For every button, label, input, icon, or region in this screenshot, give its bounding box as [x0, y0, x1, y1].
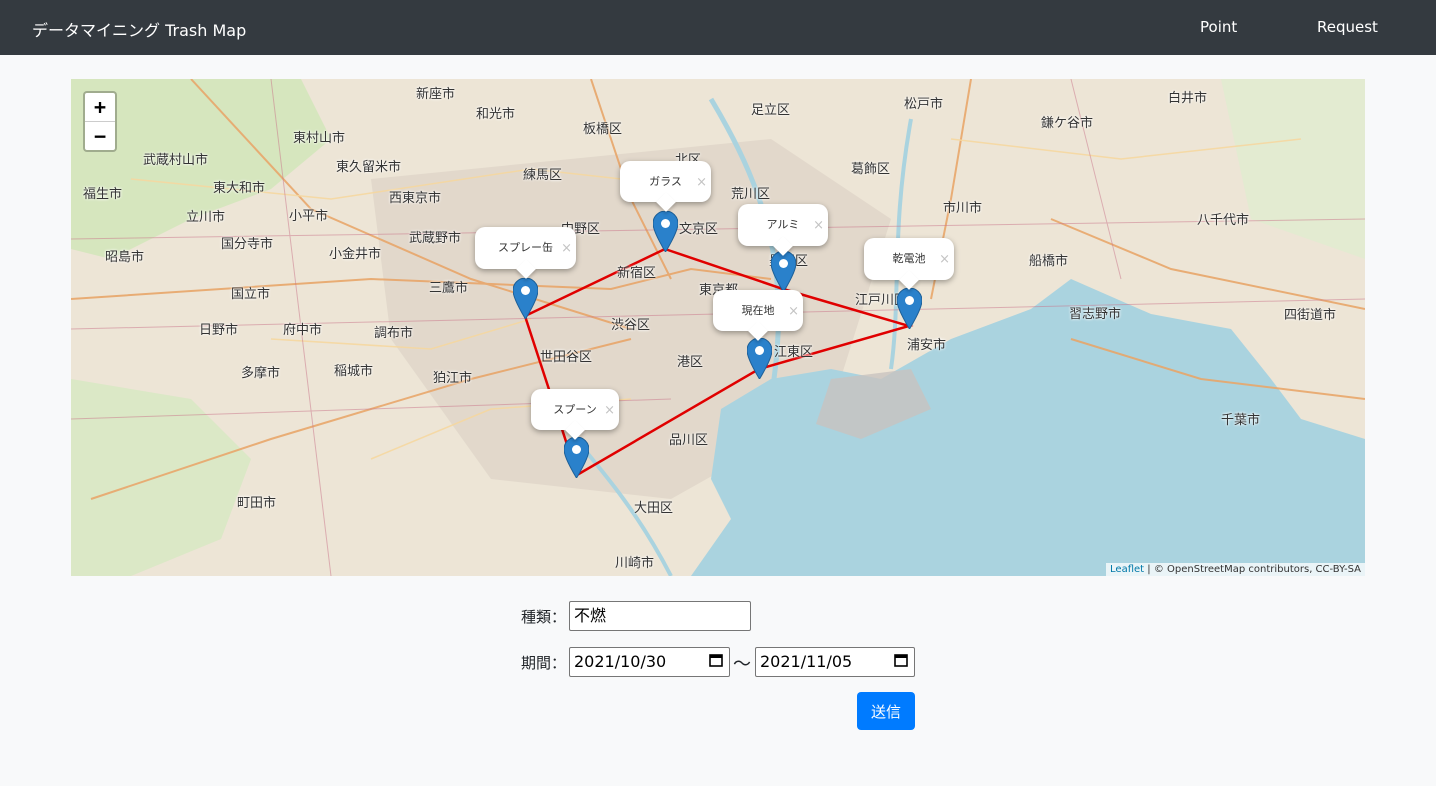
marker-popup: 乾電池 × [864, 238, 954, 290]
map-marker-icon[interactable] [771, 251, 796, 292]
type-input[interactable]: 不燃 [569, 601, 751, 631]
map-marker-icon[interactable] [747, 338, 772, 379]
place-name: 足立区 [751, 103, 791, 118]
map-marker-icon[interactable] [564, 437, 589, 478]
place-name: 福生市 [83, 187, 123, 202]
place-name: 港区 [677, 355, 704, 370]
place-name: 立川市 [186, 210, 226, 225]
zoom-in-button[interactable]: + [85, 93, 115, 121]
calendar-icon[interactable] [709, 653, 723, 667]
place-name: 国分寺市 [221, 237, 274, 252]
place-name: 大田区 [634, 501, 674, 516]
map[interactable]: 新座市 和光市 板橋区 足立区 松戸市 白井市 鎌ケ谷市 東村山市 武蔵村山市 … [71, 79, 1365, 576]
marker-popup: ガラス × [620, 161, 711, 212]
place-name: 四街道市 [1284, 308, 1337, 323]
place-name: 西東京市 [389, 191, 442, 206]
place-name: 町田市 [237, 496, 277, 511]
place-name: 白井市 [1168, 91, 1208, 106]
close-icon[interactable]: × [939, 239, 950, 281]
place-name: 八千代市 [1197, 213, 1250, 228]
period-label: 期間： [521, 654, 567, 672]
navbar: データマイニング Trash Map Point Request [0, 0, 1436, 55]
place-name: 武蔵野市 [409, 231, 462, 246]
marker-popup: スプレー缶 × [475, 227, 576, 279]
nav-link-point[interactable]: Point [1200, 18, 1237, 36]
zoom-out-button[interactable]: − [85, 121, 115, 150]
date-to-value: 2021/11/05 [760, 652, 853, 671]
place-name: 国立市 [231, 287, 271, 302]
place-name: 江東区 [774, 345, 814, 360]
place-name: 練馬区 [523, 168, 563, 183]
marker-popup: スプーン × [531, 389, 619, 440]
place-name: 三鷹市 [429, 281, 469, 296]
close-icon[interactable]: × [813, 205, 824, 247]
place-name: 品川区 [669, 433, 709, 448]
place-name: 板橋区 [583, 122, 623, 137]
place-name: 調布市 [374, 326, 414, 341]
place-name: 渋谷区 [611, 318, 651, 333]
place-name: 川崎市 [615, 556, 655, 571]
date-from-input[interactable]: 2021/10/30 [569, 647, 730, 677]
place-name: 新宿区 [617, 266, 657, 281]
place-name: 武蔵村山市 [143, 153, 209, 168]
place-name: 東久留米市 [336, 160, 402, 175]
place-name: 新座市 [416, 87, 456, 102]
place-name: 文京区 [679, 222, 719, 237]
place-name: 千葉市 [1221, 413, 1261, 428]
place-name: 松戸市 [904, 97, 944, 112]
calendar-icon[interactable] [894, 653, 908, 667]
map-marker-icon[interactable] [897, 288, 922, 329]
place-name: 昭島市 [105, 250, 145, 265]
zoom-control: + − [83, 91, 117, 152]
marker-popup: アルミ × [738, 204, 828, 256]
submit-button[interactable]: 送信 [857, 692, 915, 730]
map-attribution: Leaflet | © OpenStreetMap contributors, … [1106, 563, 1365, 576]
place-name: 日野市 [199, 323, 239, 338]
date-to-input[interactable]: 2021/11/05 [755, 647, 915, 677]
place-name: 稲城市 [334, 364, 374, 379]
date-separator: 〜 [733, 654, 751, 675]
place-name: 府中市 [283, 323, 323, 338]
place-name: 多摩市 [241, 366, 281, 381]
close-icon[interactable]: × [788, 291, 799, 332]
attribution-text: | © OpenStreetMap contributors, CC-BY-SA [1147, 564, 1361, 575]
place-name: 小金井市 [329, 247, 382, 262]
type-label: 種類： [521, 608, 567, 626]
close-icon[interactable]: × [561, 228, 572, 270]
place-name: 葛飾区 [851, 162, 891, 177]
place-name: 世田谷区 [540, 350, 593, 365]
place-name: 鎌ケ谷市 [1041, 116, 1094, 131]
place-name: 東村山市 [293, 131, 346, 146]
place-name: 狛江市 [433, 371, 473, 386]
nav-link-request[interactable]: Request [1317, 18, 1378, 36]
place-name: 船橋市 [1029, 254, 1069, 269]
place-name: 市川市 [943, 201, 983, 216]
place-name: 小平市 [289, 209, 329, 224]
close-icon[interactable]: × [604, 390, 615, 431]
leaflet-link[interactable]: Leaflet [1110, 564, 1144, 575]
marker-popup: 現在地 × [713, 290, 803, 341]
place-name: 荒川区 [731, 187, 771, 202]
close-icon[interactable]: × [696, 162, 707, 203]
map-marker-icon[interactable] [653, 211, 678, 252]
place-name: 浦安市 [907, 338, 947, 353]
map-marker-icon[interactable] [513, 278, 538, 319]
place-name: 習志野市 [1069, 307, 1122, 322]
place-name: 東大和市 [213, 181, 266, 196]
brand-title[interactable]: データマイニング Trash Map [32, 17, 246, 41]
place-name: 和光市 [476, 107, 516, 122]
date-from-value: 2021/10/30 [574, 652, 667, 671]
